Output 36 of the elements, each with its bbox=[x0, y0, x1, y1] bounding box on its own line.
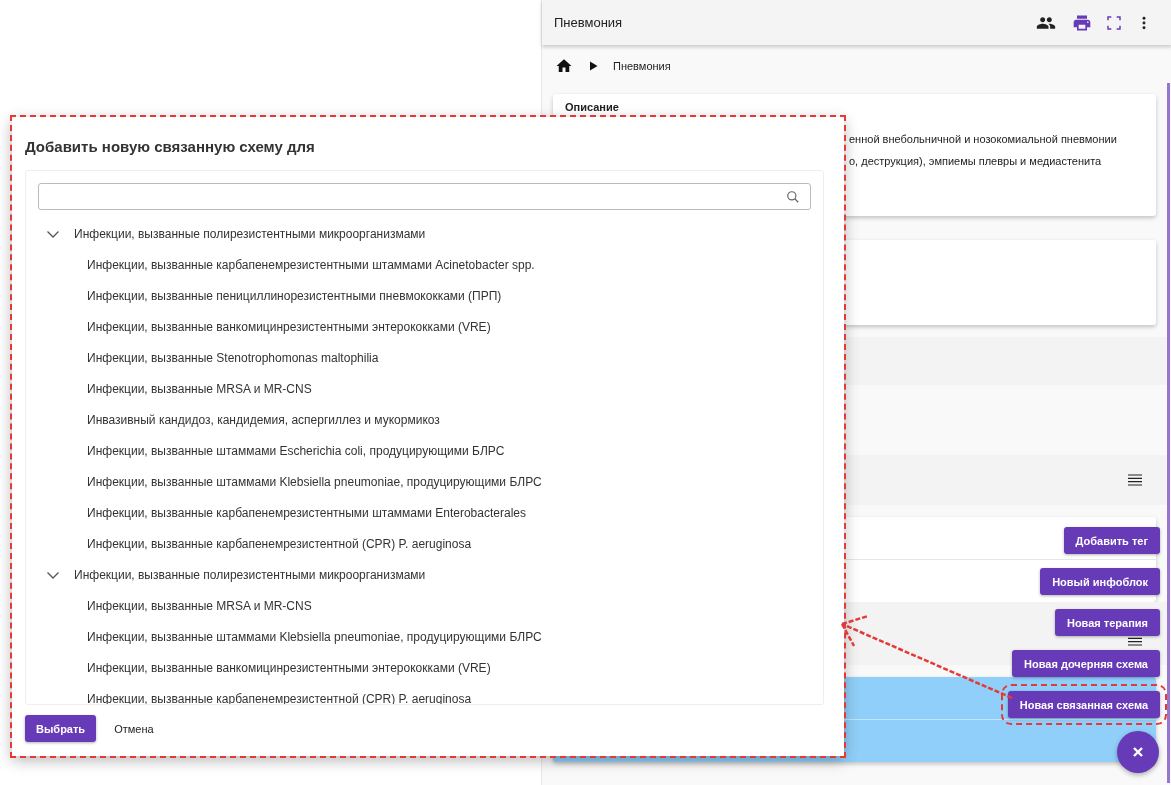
tree-item[interactable]: Инфекции, вызванные полирезистентными микроорганизмами bbox=[74, 567, 426, 582]
tree-item[interactable]: Инфекции, вызванные ванкомицинрезистентными энтерококками (VRE) bbox=[87, 319, 491, 334]
tree-item[interactable]: Инфекции, вызванные MRSA и MR-CNS bbox=[87, 598, 312, 613]
tree-item[interactable]: Инфекции, вызванные карбапенемрезистентными штаммами Acinetobacter spp. bbox=[87, 257, 535, 272]
scrollbar-thumb[interactable] bbox=[1167, 83, 1170, 783]
tree-item[interactable]: Инфекции, вызванные Stenotrophomonas maltophilia bbox=[87, 350, 379, 365]
description-text: енной внебольничной и нозокомиальной пневмонии bbox=[848, 132, 1118, 147]
breadcrumb-link[interactable]: Пневмония bbox=[613, 60, 671, 72]
tree-item[interactable]: Инфекции, вызванные карбапенемрезистентными штаммами Enterobacterales bbox=[87, 505, 526, 520]
tree-item[interactable]: Инфекции, вызванные штаммами Escherichia coli, продуцирующими БЛРС bbox=[87, 443, 505, 458]
home-icon[interactable] bbox=[555, 57, 573, 75]
card-heading: Описание bbox=[565, 101, 620, 113]
cancel-button[interactable]: Отмена bbox=[104, 715, 164, 742]
page-title: Пневмония bbox=[554, 15, 624, 30]
play-icon bbox=[587, 60, 599, 72]
fullscreen-icon[interactable] bbox=[1106, 14, 1122, 31]
speed-dial-action[interactable]: Новая дочерняя схема bbox=[1012, 650, 1160, 677]
tree-item[interactable]: Инфекции, вызванные полирезистентными микроорганизмами bbox=[74, 226, 426, 241]
dialog-title: Добавить новую связанную схему для bbox=[25, 137, 316, 157]
speed-dial-action[interactable]: Новый инфоблок bbox=[1040, 568, 1160, 595]
description-text: о, деструкция), эмпиемы плевры и медиастенита bbox=[848, 154, 1103, 169]
tree-item[interactable]: Инвазивный кандидоз, кандидемия, аспергиллез и мукормикоз bbox=[87, 412, 440, 427]
search-field[interactable] bbox=[38, 183, 811, 210]
menu-icon[interactable] bbox=[1127, 474, 1143, 486]
speed-dial-action[interactable]: Новая терапия bbox=[1054, 609, 1160, 636]
speed-dial-action[interactable]: Добавить тег bbox=[1063, 527, 1160, 554]
tree-item[interactable]: Инфекции, вызванные MRSA и MR-CNS bbox=[87, 381, 312, 396]
tree-item[interactable]: Инфекции, вызванные пенициллинорезистентными пневмококками (ПРП) bbox=[87, 288, 502, 303]
tree-item[interactable]: Инфекции, вызванные штаммами Klebsiella pneumoniae, продуцирующими БЛРС bbox=[87, 629, 542, 644]
close-icon bbox=[1132, 746, 1144, 758]
tree-item[interactable]: Инфекции, вызванные карбапенемрезистентной (CPR) P. aeruginosa bbox=[87, 536, 472, 551]
select-button[interactable]: Выбрать bbox=[25, 715, 97, 742]
tree-item[interactable]: Инфекции, вызванные ванкомицинрезистентными энтерококками (VRE) bbox=[87, 660, 491, 675]
close-button[interactable] bbox=[1117, 731, 1159, 773]
search-icon bbox=[786, 189, 800, 204]
tree-item[interactable]: Инфекции, вызванные штаммами Klebsiella pneumoniae, продуцирующими БЛРС bbox=[87, 474, 542, 489]
